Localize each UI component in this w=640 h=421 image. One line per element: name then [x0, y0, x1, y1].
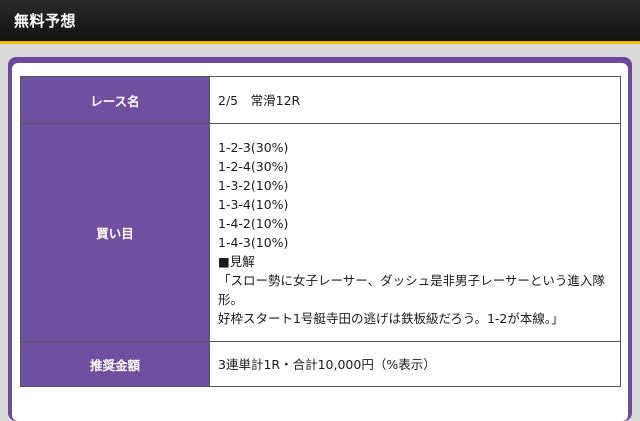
bet-item: 1-3-4(10%) [218, 196, 289, 212]
amount-value: 3連単計1R・合計10,000円（%表示） [209, 341, 621, 387]
header-title: 無料予想 [14, 12, 77, 30]
bet-item: 1-4-3(10%) [218, 234, 289, 250]
bet-item: 1-4-2(10%) [218, 215, 289, 231]
table-row: 買い目 1-2-3(30%) 1-2-4(30%) 1-3-2(10%) 1-3… [20, 123, 621, 342]
view-text: 好枠スタート1号艇寺田の逃げは鉄板級だろう。1-2が本線。」 [218, 310, 564, 326]
table-row: 推奨金額 3連単計1R・合計10,000円（%表示） [20, 341, 621, 387]
bets-label: 買い目 [20, 123, 210, 342]
race-name-label: レース名 [20, 76, 210, 124]
table-row: レース名 2/5 常滑12R [20, 76, 621, 124]
view-heading: ■見解 [218, 253, 255, 269]
bets-cell: 1-2-3(30%) 1-2-4(30%) 1-3-2(10%) 1-3-4(1… [209, 123, 621, 342]
bet-item: 1-2-3(30%) [218, 139, 289, 155]
page-header: 無料予想 [0, 0, 640, 44]
amount-label: 推奨金額 [20, 341, 210, 387]
prediction-table: レース名 2/5 常滑12R 買い目 1-2-3(30%) 1-2-4(30%)… [20, 76, 621, 387]
race-name-value: 2/5 常滑12R [209, 76, 621, 124]
view-text: 「スロー勢に女子レーサー、ダッシュ是非男子レーサーという進入隊形。 [218, 272, 605, 307]
bet-item: 1-2-4(30%) [218, 158, 289, 174]
bet-item: 1-3-2(10%) [218, 177, 289, 193]
